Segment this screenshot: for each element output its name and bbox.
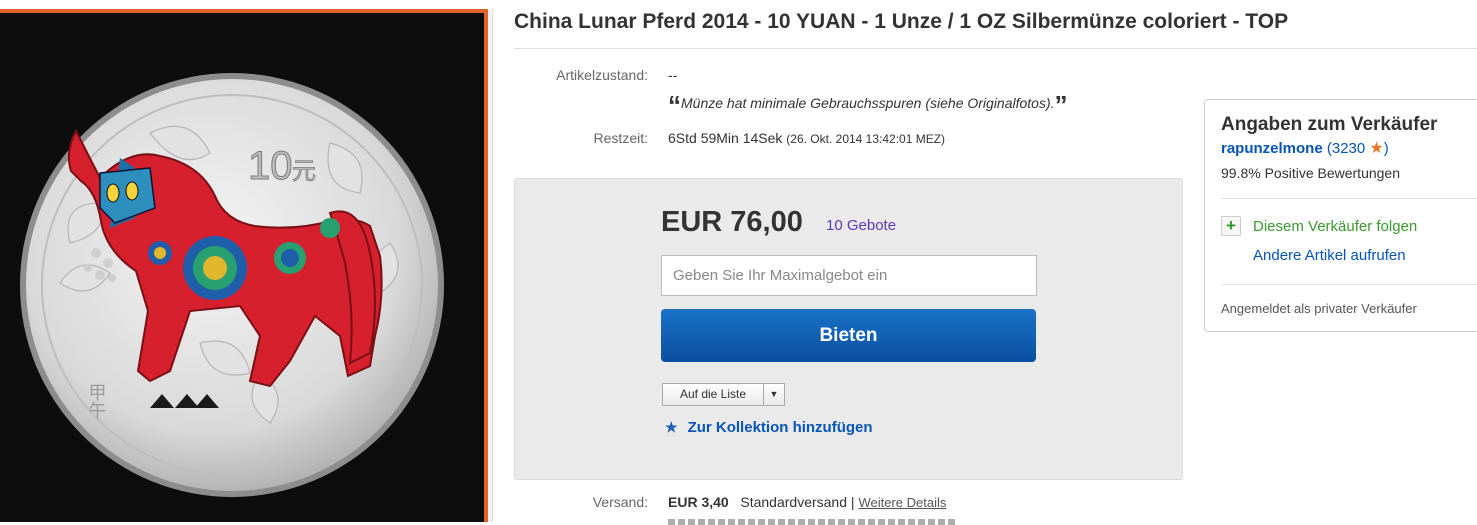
seller-type: Angemeldet als privater Verkäufer	[1221, 301, 1417, 316]
star-icon: ★	[1369, 140, 1384, 157]
auction-end-time: (26. Okt. 2014 13:42:01 MEZ)	[786, 132, 946, 146]
place-bid-button[interactable]: Bieten	[661, 309, 1036, 362]
seller-info-box: Angaben zum Verkäufer rapunzelmone (3230…	[1204, 99, 1477, 332]
bid-count-link[interactable]: 10 Gebote	[826, 217, 896, 234]
condition-quote-text: Münze hat minimale Gebrauchsspuren (sieh…	[681, 95, 1055, 111]
title-divider	[514, 48, 1477, 49]
seller-identity: rapunzelmone (3230 ★)	[1221, 138, 1389, 158]
seller-divider-2	[1221, 284, 1477, 285]
shipping-details-link[interactable]: Weitere Details	[858, 495, 946, 510]
add-to-collection-label[interactable]: Zur Kollektion hinzufügen	[688, 419, 873, 436]
shipping-separator: |	[850, 494, 855, 510]
chevron-down-icon[interactable]: ▼	[764, 384, 784, 405]
time-left: 6Std 59Min 14Sek (26. Okt. 2014 13:42:01…	[668, 130, 945, 146]
time-left-label: Restzeit:	[593, 130, 648, 146]
feedback-score-close: )	[1383, 140, 1389, 157]
condition-label: Artikelzustand:	[556, 67, 648, 83]
open-quote-mark: “	[668, 90, 681, 120]
positive-feedback: 99.8% Positive Bewertungen	[1221, 165, 1400, 181]
coin-picture: 10 元 甲午	[20, 73, 444, 497]
watch-list-button[interactable]: Auf die Liste ▼	[662, 383, 785, 406]
feedback-score-link[interactable]: 3230	[1332, 140, 1365, 157]
plus-icon[interactable]: +	[1221, 216, 1241, 236]
star-icon: ★	[665, 419, 678, 435]
time-remaining: 6Std 59Min 14Sek	[668, 130, 783, 146]
condition-value: --	[668, 67, 678, 83]
item-image[interactable]: 10 元 甲午	[0, 9, 488, 522]
shipping-label: Versand:	[592, 494, 648, 510]
current-price: EUR 76,00	[661, 206, 803, 238]
coin-denomination: 10	[248, 144, 293, 188]
seller-other-items-link[interactable]: Andere Artikel aufrufen	[1253, 247, 1406, 264]
coin-currency-char: 元	[292, 157, 316, 185]
seller-divider	[1221, 198, 1477, 199]
cut-off-text-row	[668, 515, 968, 525]
shipping-info: EUR 3,40 Standardversand | Weitere Detai…	[668, 494, 946, 510]
condition-quote: “Münze hat minimale Gebrauchsspuren (sie…	[668, 90, 1068, 121]
max-bid-input[interactable]	[661, 255, 1037, 296]
follow-seller-link[interactable]: Diesem Verkäufer folgen	[1253, 218, 1417, 235]
add-to-collection-link[interactable]: ★ Zur Kollektion hinzufügen	[665, 419, 873, 436]
close-quote-mark: ”	[1054, 90, 1068, 120]
seller-username-link[interactable]: rapunzelmone	[1221, 140, 1323, 157]
shipping-cost: EUR 3,40	[668, 494, 729, 510]
watch-list-label[interactable]: Auf die Liste	[663, 387, 763, 401]
seller-heading: Angaben zum Verkäufer	[1221, 114, 1438, 135]
coin-year-chars: 甲午	[86, 383, 107, 419]
item-title: China Lunar Pferd 2014 - 10 YUAN - 1 Unz…	[514, 10, 1289, 33]
shipping-method: Standardversand	[740, 494, 848, 510]
